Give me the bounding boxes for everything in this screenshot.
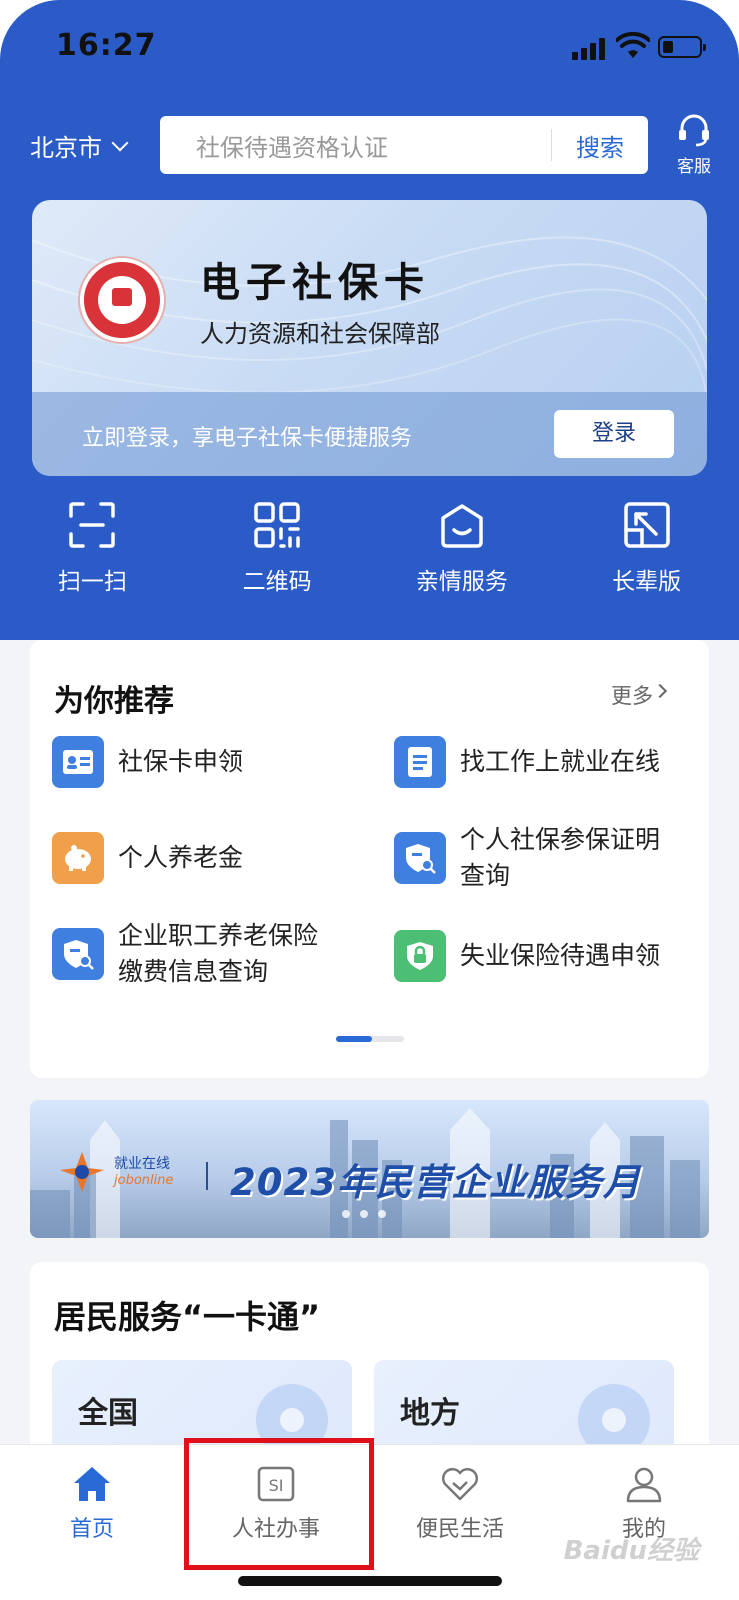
card-title: 电子社保卡 bbox=[200, 259, 430, 306]
wifi-icon bbox=[616, 32, 650, 58]
city-label: 北京市 bbox=[30, 134, 102, 162]
recommend-item[interactable]: 个人社保参保证明 查询 bbox=[394, 822, 660, 894]
tab-label: 首页 bbox=[69, 1517, 114, 1542]
recommend-item-label-line: 缴费信息查询 bbox=[118, 957, 269, 986]
recommend-title: 为你推荐 bbox=[54, 684, 174, 719]
resident-card-name: 全国 bbox=[78, 1396, 138, 1431]
search-input[interactable]: 社保待遇资格认证 bbox=[160, 128, 551, 163]
chevron-down-icon bbox=[111, 134, 129, 151]
recommend-item-label-line: 查询 bbox=[460, 861, 511, 890]
tab-life[interactable]: 便民生活 bbox=[368, 1455, 552, 1543]
id-card-icon bbox=[52, 736, 104, 788]
family-icon bbox=[441, 504, 483, 548]
highlight-box bbox=[184, 1438, 374, 1570]
recommend-item-label: 个人社保参保证明 查询 bbox=[460, 822, 660, 894]
resident-title: 居民服务“一卡通” bbox=[54, 1298, 321, 1336]
home-icon bbox=[74, 1467, 110, 1501]
resident-card-name: 地方 bbox=[400, 1396, 460, 1431]
recommend-item-label: 社保卡申领 bbox=[118, 747, 244, 776]
customer-service-button[interactable]: 客服 bbox=[668, 112, 720, 177]
recommend-item-label: 找工作上就业在线 bbox=[460, 747, 661, 776]
login-button[interactable]: 登录 bbox=[554, 410, 674, 458]
quick-action-label: 扫一扫 bbox=[57, 569, 127, 595]
app-screen: 16:27 北京市 社保待遇资格认证 搜索 客服 电子社保卡 人力资源和社会保障… bbox=[0, 0, 739, 1600]
social-security-seal-icon bbox=[80, 258, 164, 342]
quick-action-scan[interactable]: 扫一扫 bbox=[0, 500, 185, 620]
search-bar[interactable]: 社保待遇资格认证 搜索 bbox=[160, 116, 648, 174]
quick-action-label: 长辈版 bbox=[612, 569, 682, 595]
banner-headline: 2023年民营企业服务月 bbox=[230, 1161, 641, 1204]
recommend-item-label-line: 企业职工养老保险 bbox=[118, 921, 319, 950]
headset-icon bbox=[679, 114, 709, 147]
more-link[interactable]: 更多 bbox=[611, 680, 653, 710]
header-area: 16:27 北京市 社保待遇资格认证 搜索 客服 电子社保卡 人力资源和社会保障… bbox=[0, 0, 739, 640]
recommend-item[interactable]: 找工作上就业在线 bbox=[394, 736, 660, 788]
quick-action-qr[interactable]: 二维码 bbox=[185, 500, 370, 620]
social-security-card[interactable]: 电子社保卡 人力资源和社会保障部 立即登录，享电子社保卡便捷服务 登录 bbox=[32, 200, 707, 476]
status-time: 16:27 bbox=[56, 28, 157, 63]
watermark: Baidu经验 bbox=[563, 1536, 699, 1566]
customer-service-label: 客服 bbox=[677, 157, 711, 177]
search-button[interactable]: 搜索 bbox=[552, 128, 648, 163]
quick-action-elder[interactable]: 长辈版 bbox=[554, 500, 739, 620]
recommend-item-label: 企业职工养老保险 缴费信息查询 bbox=[118, 918, 318, 990]
banner-brand-en: jobonline bbox=[114, 1173, 174, 1188]
scan-icon bbox=[69, 502, 116, 548]
banner-separator bbox=[206, 1162, 208, 1190]
recommend-item-label: 失业保险待遇申领 bbox=[460, 941, 661, 970]
banner-brand: 就业在线 bbox=[114, 1156, 170, 1172]
home-indicator[interactable] bbox=[238, 1576, 502, 1586]
user-icon bbox=[626, 1467, 662, 1503]
tab-label: 便民生活 bbox=[415, 1517, 504, 1542]
recommend-panel: 为你推荐 更多 社保卡申领 找工作上就业在线 个人养老金 个人社保参保证明 查询… bbox=[30, 640, 709, 1078]
recommend-item-label-line: 个人社保参保证明 bbox=[460, 825, 661, 854]
shield-lock-icon bbox=[394, 930, 446, 982]
shield-search-icon bbox=[52, 928, 104, 980]
status-bar: 16:27 bbox=[0, 0, 739, 90]
recommend-item[interactable]: 企业职工养老保险 缴费信息查询 bbox=[52, 918, 318, 990]
tab-home[interactable]: 首页 bbox=[0, 1455, 184, 1543]
banner-page-indicator bbox=[342, 1210, 386, 1218]
jobonline-logo-icon bbox=[60, 1152, 104, 1192]
shield-search-icon bbox=[394, 832, 446, 884]
quick-actions: 扫一扫 二维码 亲情服务 长辈版 bbox=[0, 500, 739, 620]
page-indicator bbox=[336, 1036, 404, 1042]
recommend-item[interactable]: 个人养老金 bbox=[52, 832, 243, 884]
quick-action-family[interactable]: 亲情服务 bbox=[370, 500, 555, 620]
card-subtitle: 人力资源和社会保障部 bbox=[200, 320, 440, 348]
city-selector[interactable]: 北京市 bbox=[30, 128, 129, 163]
card-login-tip: 立即登录，享电子社保卡便捷服务 bbox=[82, 426, 413, 451]
document-icon bbox=[394, 736, 446, 788]
battery-icon bbox=[658, 36, 706, 58]
handshake-heart-icon bbox=[442, 1468, 478, 1501]
piggy-bank-icon bbox=[52, 832, 104, 884]
promo-banner[interactable]: 就业在线 jobonline 2023年民营企业服务月 bbox=[30, 1100, 709, 1238]
recommend-item-label: 个人养老金 bbox=[118, 843, 244, 872]
quick-action-label: 二维码 bbox=[242, 569, 312, 595]
quick-action-label: 亲情服务 bbox=[415, 569, 508, 595]
recommend-item[interactable]: 失业保险待遇申领 bbox=[394, 930, 660, 982]
chevron-right-icon bbox=[652, 683, 668, 699]
elder-mode-icon bbox=[623, 502, 670, 548]
recommend-item[interactable]: 社保卡申领 bbox=[52, 736, 243, 788]
qr-code-icon bbox=[254, 502, 300, 548]
signal-icon bbox=[572, 38, 606, 60]
